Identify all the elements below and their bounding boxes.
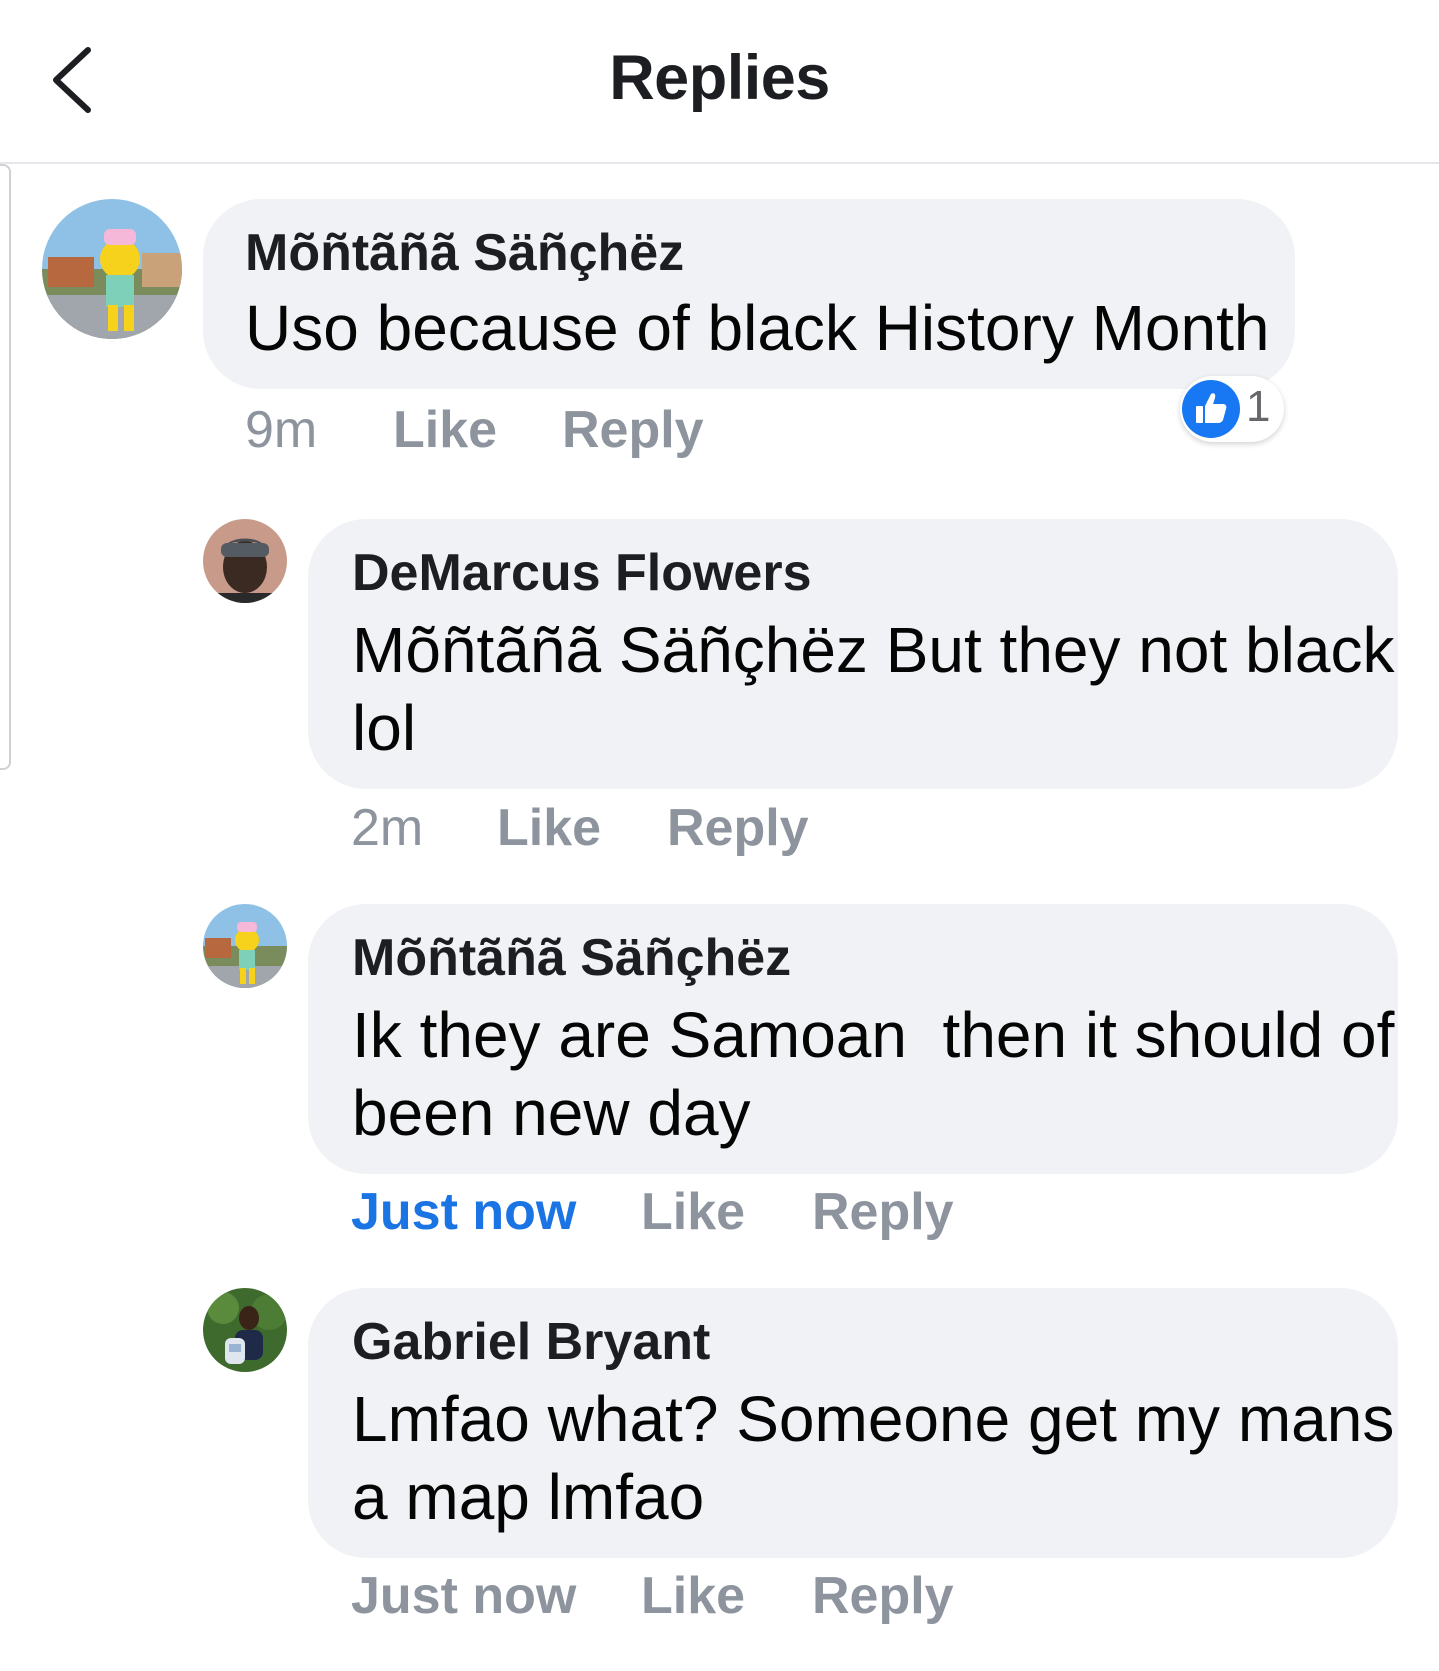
comment-line: Lmfao what? Someone get my mans: [352, 1383, 1395, 1455]
like-button[interactable]: Like: [641, 1566, 745, 1626]
reply-button[interactable]: Reply: [812, 1566, 954, 1626]
page-title: Replies: [609, 43, 830, 113]
comment-actions: Just now Like Reply: [351, 1182, 971, 1242]
thread-connector: [0, 164, 11, 770]
comment-bubble: Gabriel Bryant Lmfao what? Someone get m…: [308, 1288, 1398, 1558]
comment-timestamp[interactable]: 9m: [245, 400, 317, 460]
comment-line: Uso because of black History Month: [245, 292, 1270, 364]
comment-timestamp[interactable]: Just now: [351, 1182, 576, 1242]
comment-bubble: Mõñtãñã Säñçhëz Uso because of black His…: [203, 199, 1295, 389]
reply-button[interactable]: Reply: [812, 1182, 954, 1242]
reaction-badge[interactable]: 1: [1180, 376, 1284, 442]
avatar[interactable]: [203, 1288, 287, 1372]
reaction-count: 1: [1246, 382, 1271, 431]
reply-button[interactable]: Reply: [667, 798, 809, 858]
like-button[interactable]: Like: [641, 1182, 745, 1242]
comment-text: Lmfao what? Someone get my mans a map lm…: [352, 1380, 1394, 1536]
avatar[interactable]: [203, 519, 287, 603]
avatar[interactable]: [203, 904, 287, 988]
comment-author[interactable]: Mõñtãñã Säñçhëz: [352, 928, 791, 988]
comment-text: Mõñtãñã Säñçhëz But they not black lol: [352, 611, 1394, 767]
top-bar: Replies: [0, 0, 1439, 164]
comment-actions: Just now Like Reply: [351, 1566, 971, 1626]
comment-line: been new day: [352, 1077, 751, 1149]
comment-actions: 2m Like Reply: [351, 798, 871, 858]
comment-timestamp[interactable]: Just now: [351, 1566, 576, 1626]
comment-text: Ik they are Samoan then it should of bee…: [352, 996, 1394, 1152]
comment-line: Ik they are Samoan then it should of: [352, 999, 1395, 1071]
comment-actions: 9m Like Reply: [245, 400, 765, 460]
comment-bubble: DeMarcus Flowers Mõñtãñã Säñçhëz But the…: [308, 519, 1398, 789]
comment-text: Uso because of black History Month: [245, 289, 1269, 367]
comment-author[interactable]: DeMarcus Flowers: [352, 543, 812, 603]
comment-author[interactable]: Gabriel Bryant: [352, 1312, 710, 1372]
reply-button[interactable]: Reply: [562, 400, 704, 460]
thumbs-up-icon: [1182, 380, 1240, 438]
comment-line: lol: [352, 692, 417, 764]
comment-bubble: Mõñtãñã Säñçhëz Ik they are Samoan then …: [308, 904, 1398, 1174]
comment-line: a map lmfao: [352, 1461, 705, 1533]
avatar[interactable]: [42, 199, 182, 339]
like-button[interactable]: Like: [393, 400, 497, 460]
comment-author[interactable]: Mõñtãñã Säñçhëz: [245, 223, 684, 283]
comment-line: Mõñtãñã Säñçhëz But they not black: [352, 614, 1395, 686]
comment-timestamp[interactable]: 2m: [351, 798, 423, 858]
like-button[interactable]: Like: [497, 798, 601, 858]
